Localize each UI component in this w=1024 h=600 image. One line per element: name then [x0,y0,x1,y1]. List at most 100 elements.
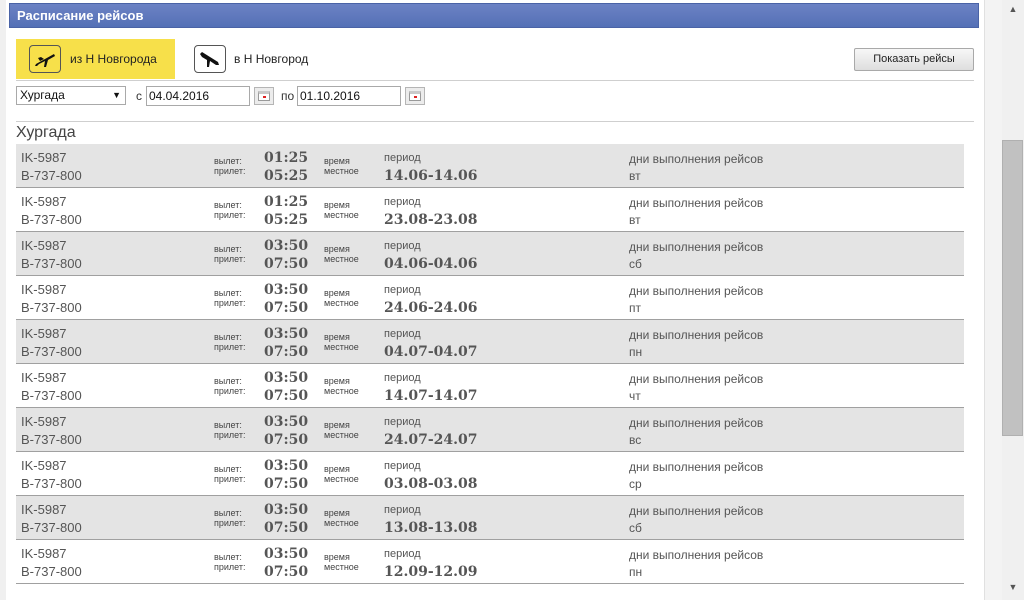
aircraft-type: B-737-800 [21,476,82,491]
local-time-label: время [324,332,350,342]
local-time-label: время [324,508,350,518]
departure-label: вылет: [214,464,242,474]
local-time-label: время [324,552,350,562]
plane-arrival-icon [194,45,226,73]
local-time-label: местное [324,562,359,572]
arrival-label: прилет: [214,518,246,528]
arrival-time: 07:50 [264,256,309,272]
period-label: период [384,328,421,340]
operating-days-value: чт [629,389,641,403]
departure-label: вылет: [214,420,242,430]
departure-time: 03:50 [264,326,309,342]
period-value: 04.06-04.06 [384,256,478,272]
operating-days-value: ср [629,477,642,491]
divider [16,121,974,122]
flight-number: IK-5987 [21,414,67,429]
departure-label: вылет: [214,376,242,386]
period-value: 12.09-12.09 [384,564,478,580]
period-value: 14.07-14.07 [384,388,478,404]
departure-label: вылет: [214,332,242,342]
scrollbar-thumb[interactable] [1002,140,1023,436]
scroll-up-arrow-icon[interactable]: ▲ [1002,0,1024,18]
operating-days-value: вт [629,169,641,183]
table-row: IK-5987 B-737-800 вылет: прилет: 01:25 05:25 в… [16,188,964,232]
period-label: период [384,284,421,296]
table-row: IK-5987 B-737-800 вылет: прилет: 03:50 07:50 в… [16,496,964,540]
local-time-label: время [324,420,350,430]
flights-table: IK-5987 B-737-800 вылет: прилет: 01:25 05:25 в… [16,144,964,584]
from-date-field[interactable]: 04.04.2016 [146,86,250,106]
local-time-label: местное [324,386,359,396]
period-label: период [384,416,421,428]
flight-number: IK-5987 [21,546,67,561]
departure-time: 03:50 [264,370,309,386]
from-date-label: с [136,89,142,103]
operating-days-label: дни выполнения рейсов [629,548,764,562]
operating-days-label: дни выполнения рейсов [629,372,764,386]
to-date-label: по [281,89,295,103]
flight-number: IK-5987 [21,150,67,165]
period-value: 23.08-23.08 [384,212,478,228]
local-time-label: местное [324,166,359,176]
departure-label: вылет: [214,156,242,166]
tab-from-city[interactable]: из Н Новгорода [16,39,175,79]
operating-days-label: дни выполнения рейсов [629,460,764,474]
arrival-time: 07:50 [264,564,309,580]
flight-number: IK-5987 [21,282,67,297]
show-flights-button[interactable]: Показать рейсы [854,48,974,71]
period-value: 24.06-24.06 [384,300,478,316]
departure-label: вылет: [214,200,242,210]
flight-number: IK-5987 [21,326,67,341]
local-time-label: местное [324,254,359,264]
tab-to-label: в Н Новгород [234,52,309,66]
to-date-field[interactable]: 01.10.2016 [297,86,401,106]
table-row: IK-5987 B-737-800 вылет: прилет: 03:50 07:50 в… [16,408,964,452]
aircraft-type: B-737-800 [21,212,82,227]
aircraft-type: B-737-800 [21,168,82,183]
aircraft-type: B-737-800 [21,300,82,315]
arrival-time: 07:50 [264,300,309,316]
arrival-time: 07:50 [264,476,309,492]
period-value: 14.06-14.06 [384,168,478,184]
local-time-label: местное [324,518,359,528]
calendar-icon[interactable] [254,87,274,105]
plane-departure-icon [29,45,61,73]
period-label: период [384,548,421,560]
destination-select-value: Хургада [20,88,65,102]
panel-title: Расписание рейсов [9,3,979,28]
departure-time: 03:50 [264,546,309,562]
departure-label: вылет: [214,552,242,562]
aircraft-type: B-737-800 [21,388,82,403]
table-row: IK-5987 B-737-800 вылет: прилет: 03:50 07:50 в… [16,540,964,584]
operating-days-label: дни выполнения рейсов [629,328,764,342]
operating-days-value: сб [629,257,642,271]
departure-time: 03:50 [264,414,309,430]
departure-time: 01:25 [264,150,309,166]
departure-time: 03:50 [264,458,309,474]
tab-to-city[interactable]: в Н Новгород [185,39,335,79]
flight-number: IK-5987 [21,458,67,473]
operating-days-label: дни выполнения рейсов [629,504,764,518]
arrival-label: прилет: [214,298,246,308]
period-label: период [384,372,421,384]
destination-select[interactable]: Хургада ▼ [16,86,126,105]
departure-time: 03:50 [264,238,309,254]
scroll-down-arrow-icon[interactable]: ▼ [1002,578,1024,596]
table-row: IK-5987 B-737-800 вылет: прилет: 03:50 07:50 в… [16,232,964,276]
arrival-label: прилет: [214,474,246,484]
local-time-label: время [324,288,350,298]
departure-label: вылет: [214,288,242,298]
period-label: период [384,196,421,208]
calendar-icon[interactable] [405,87,425,105]
table-row: IK-5987 B-737-800 вылет: прилет: 03:50 07:50 в… [16,320,964,364]
flight-number: IK-5987 [21,370,67,385]
operating-days-value: сб [629,521,642,535]
table-row: IK-5987 B-737-800 вылет: прилет: 01:25 05:25 в… [16,144,964,188]
period-value: 24.07-24.07 [384,432,478,448]
arrival-label: прилет: [214,166,246,176]
arrival-label: прилет: [214,430,246,440]
arrival-label: прилет: [214,386,246,396]
aircraft-type: B-737-800 [21,432,82,447]
departure-time: 03:50 [264,502,309,518]
arrival-time: 07:50 [264,520,309,536]
